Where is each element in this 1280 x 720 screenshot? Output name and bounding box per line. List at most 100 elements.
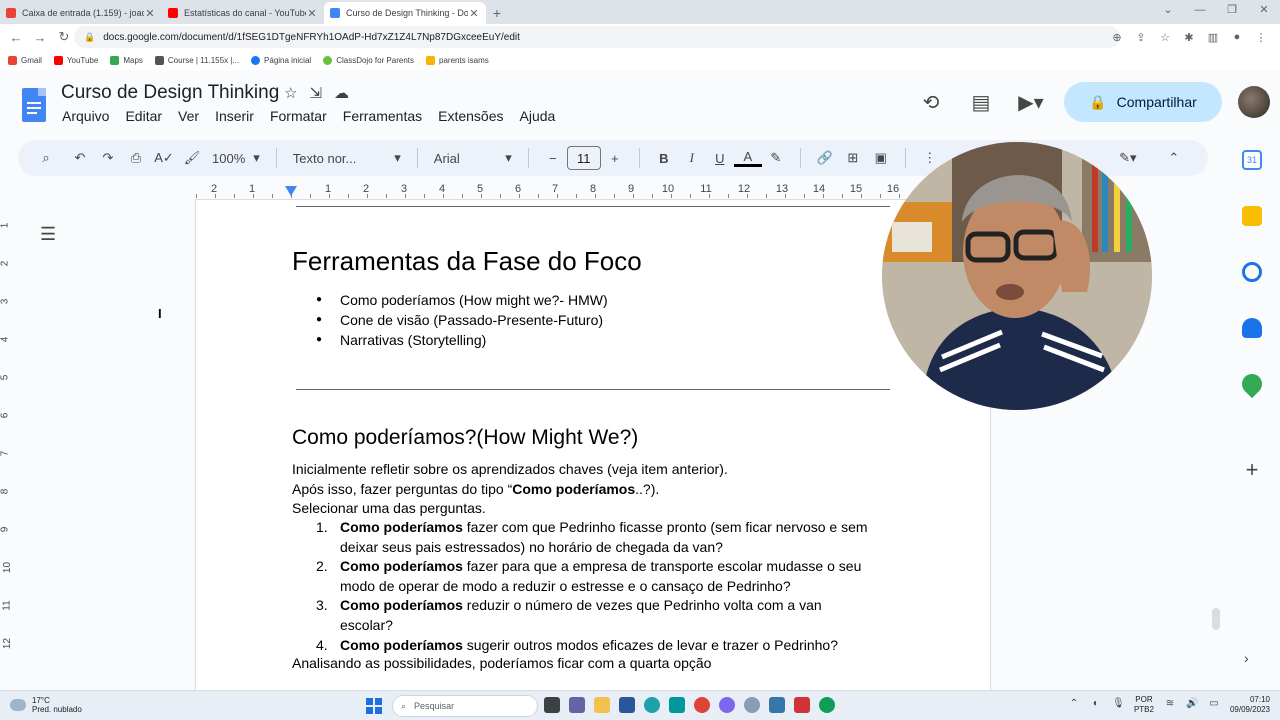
docs-logo-icon[interactable] bbox=[22, 88, 46, 122]
underline-icon[interactable]: U bbox=[706, 151, 734, 166]
settings-icon[interactable] bbox=[719, 697, 735, 713]
r-app-icon[interactable] bbox=[744, 697, 760, 713]
add-addon-icon[interactable]: + bbox=[1242, 459, 1262, 481]
menu-editar[interactable]: Editar bbox=[125, 108, 162, 124]
vertical-ruler[interactable]: 1 2 3 4 5 6 7 8 9 10 11 12 bbox=[0, 200, 16, 690]
menu-extensoes[interactable]: Extensões bbox=[438, 108, 503, 124]
microphone-icon[interactable]: 🎙 bbox=[1112, 699, 1125, 711]
language-indicator[interactable]: POR PTB2 bbox=[1134, 695, 1154, 715]
volume-icon[interactable]: 🔊 bbox=[1186, 699, 1198, 711]
arduino-icon[interactable] bbox=[669, 697, 685, 713]
minimize-icon[interactable]: — bbox=[1184, 0, 1216, 22]
list-item[interactable]: Cone de visão (Passado-Presente-Futuro) bbox=[316, 310, 608, 330]
zoom-select[interactable]: 100% ▾ bbox=[206, 150, 266, 166]
restore-icon[interactable]: ❐ bbox=[1216, 0, 1248, 22]
meet-video-icon[interactable]: ▶▾ bbox=[1014, 90, 1048, 115]
windows-start-icon[interactable] bbox=[366, 698, 382, 714]
share-button[interactable]: 🔒 Compartilhar bbox=[1064, 82, 1222, 122]
undo-icon[interactable]: ↶ bbox=[66, 150, 94, 166]
edge-icon[interactable] bbox=[644, 697, 660, 713]
browser-tab-gmail[interactable]: Caixa de entrada (1.159) - joaoa… ✕ bbox=[0, 2, 162, 24]
chevron-up-icon[interactable]: ⌃ bbox=[1068, 699, 1080, 711]
history-icon[interactable]: ⟲ bbox=[914, 90, 948, 115]
print-icon[interactable]: ⎙ bbox=[122, 150, 150, 166]
side-panel-icon[interactable]: ▥ bbox=[1204, 31, 1222, 44]
search-menus-icon[interactable]: ⌕ bbox=[32, 150, 60, 166]
chrome-icon[interactable] bbox=[694, 697, 710, 713]
increase-font-icon[interactable]: + bbox=[601, 151, 629, 166]
close-window-icon[interactable]: ✕ bbox=[1248, 0, 1280, 22]
scrollbar-thumb[interactable] bbox=[1212, 608, 1220, 630]
list-item[interactable]: Como poderíamos (How might we?- HMW) bbox=[316, 290, 608, 310]
redo-icon[interactable]: ↷ bbox=[94, 150, 122, 166]
bullet-list[interactable]: Como poderíamos (How might we?- HMW) Con… bbox=[316, 290, 608, 350]
decrease-font-icon[interactable]: − bbox=[539, 151, 567, 166]
battery-icon[interactable]: ▭ bbox=[1208, 699, 1220, 711]
contacts-icon[interactable] bbox=[1242, 318, 1262, 338]
paragraph[interactable]: Após isso, fazer perguntas do tipo “Como… bbox=[292, 480, 659, 500]
bookmark-star-icon[interactable]: ☆ bbox=[1156, 31, 1174, 44]
list-item[interactable]: Narrativas (Storytelling) bbox=[316, 330, 608, 350]
bookmark-course[interactable]: Course | 11.155x |... bbox=[154, 55, 239, 65]
calendar-icon[interactable]: 31 bbox=[1242, 150, 1262, 170]
collapse-toolbar-icon[interactable]: ⌃ bbox=[1160, 150, 1188, 166]
bookmark-isams[interactable]: parents isams bbox=[426, 55, 489, 65]
zoom-icon[interactable]: ⊕ bbox=[1108, 31, 1126, 44]
chevron-down-icon[interactable]: ⌄ bbox=[1152, 0, 1184, 22]
menu-formatar[interactable]: Formatar bbox=[270, 108, 327, 124]
spellcheck-icon[interactable]: A✓ bbox=[150, 150, 178, 166]
list-item[interactable]: 2. Como poderíamos fazer para que a empr… bbox=[316, 557, 896, 596]
horizontal-ruler[interactable]: 2 1 1 2 3 4 5 6 7 8 9 10 11 12 13 14 15 16 bbox=[196, 182, 990, 198]
bold-icon[interactable]: B bbox=[650, 151, 678, 166]
menu-dots-icon[interactable]: ⋮ bbox=[1252, 31, 1270, 44]
numbered-list[interactable]: 1. Como poderíamos fazer com que Pedrinh… bbox=[316, 518, 896, 655]
paragraph[interactable]: Inicialmente refletir sobre os aprendiza… bbox=[292, 460, 728, 480]
close-icon[interactable]: ✕ bbox=[144, 7, 156, 20]
paint-format-icon[interactable]: 🖌 bbox=[178, 150, 206, 166]
document-page[interactable]: Ferramentas da Fase do Foco Como podería… bbox=[196, 200, 990, 690]
list-item[interactable]: 1. Como poderíamos fazer com que Pedrinh… bbox=[316, 518, 896, 557]
link-icon[interactable]: 🔗 bbox=[811, 150, 839, 166]
weather-widget[interactable]: 17°C Pred. nublado bbox=[10, 696, 82, 714]
move-folder-icon[interactable]: ⇲ bbox=[309, 84, 322, 102]
wifi-icon[interactable]: ≋ bbox=[1164, 699, 1176, 711]
italic-icon[interactable]: I bbox=[678, 150, 706, 166]
highlight-icon[interactable]: ✎ bbox=[762, 150, 790, 166]
taskbar-search-input[interactable]: ⌕ Pesquisar bbox=[392, 695, 538, 717]
menu-arquivo[interactable]: Arquivo bbox=[62, 108, 109, 124]
chrome-profile-icon[interactable] bbox=[819, 697, 835, 713]
menu-inserir[interactable]: Inserir bbox=[215, 108, 254, 124]
cloud-saved-icon[interactable]: ☁ bbox=[334, 84, 349, 102]
snip-icon[interactable] bbox=[794, 697, 810, 713]
antivirus-icon[interactable]: ◐ bbox=[1090, 699, 1102, 711]
new-tab-button[interactable]: + bbox=[486, 2, 508, 24]
reload-icon[interactable]: ↻ bbox=[52, 29, 76, 45]
share-page-icon[interactable]: ⇪ bbox=[1132, 31, 1150, 44]
paragraph[interactable]: Analisando as possibilidades, poderíamos… bbox=[292, 654, 711, 674]
back-icon[interactable]: ← bbox=[4, 30, 28, 45]
close-icon[interactable]: ✕ bbox=[306, 7, 318, 20]
paragraph-style-select[interactable]: Texto nor... ▾ bbox=[287, 150, 407, 166]
list-item[interactable]: 4. Como poderíamos sugerir outros modos … bbox=[316, 636, 896, 656]
star-icon[interactable]: ☆ bbox=[284, 84, 297, 102]
heading-como-poderiamos[interactable]: Como poderíamos?(How Might We?) bbox=[292, 426, 638, 450]
document-title[interactable]: Curso de Design Thinking bbox=[61, 82, 279, 104]
close-icon[interactable]: ✕ bbox=[468, 7, 480, 20]
bookmark-gmail[interactable]: Gmail bbox=[8, 55, 42, 65]
file-explorer-icon[interactable] bbox=[594, 697, 610, 713]
bookmark-classdojo[interactable]: ClassDojo for Parents bbox=[323, 55, 414, 65]
heading-ferramentas[interactable]: Ferramentas da Fase do Foco bbox=[292, 246, 642, 277]
chevron-right-icon[interactable]: › bbox=[1244, 650, 1249, 666]
insert-image-icon[interactable]: ▣ bbox=[867, 150, 895, 166]
font-select[interactable]: Arial ▾ bbox=[428, 150, 518, 166]
font-size-input[interactable]: 11 bbox=[566, 146, 601, 170]
lock-icon[interactable]: 🔒 bbox=[84, 32, 95, 43]
python-icon[interactable] bbox=[769, 697, 785, 713]
bookmark-facebook[interactable]: Página inicial bbox=[251, 55, 311, 65]
avatar[interactable] bbox=[1238, 86, 1270, 118]
forward-icon[interactable]: → bbox=[28, 30, 52, 45]
keep-icon[interactable] bbox=[1242, 206, 1262, 226]
bookmark-maps[interactable]: Maps bbox=[110, 55, 143, 65]
add-comment-icon[interactable]: ⊞ bbox=[839, 150, 867, 166]
more-icon[interactable]: ⋮ bbox=[916, 150, 944, 166]
